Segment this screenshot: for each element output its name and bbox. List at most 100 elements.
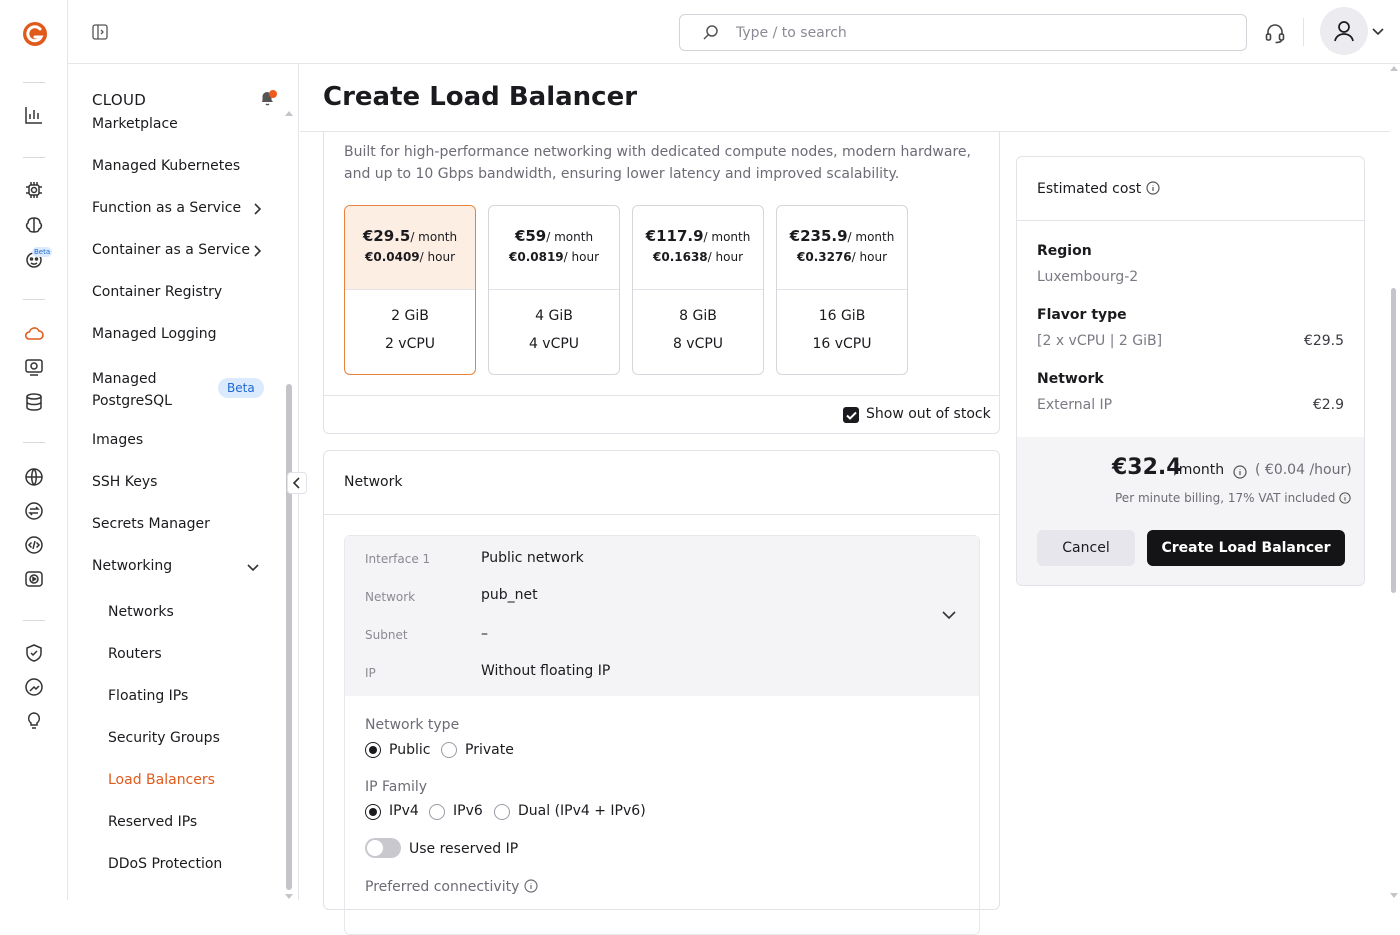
support-icon[interactable] xyxy=(23,676,45,698)
sidebar-item-ddos-protection[interactable]: DDoS Protection xyxy=(108,856,280,872)
shield-check-icon[interactable] xyxy=(23,642,45,664)
ip-family-dual-radio[interactable] xyxy=(494,804,510,820)
flavor-hourly: €0.3276/ hour xyxy=(777,250,907,264)
use-reserved-ip-label[interactable]: Use reserved IP xyxy=(409,841,518,857)
chevron-down-icon[interactable] xyxy=(941,608,957,622)
flavor-option[interactable]: €117.9/ month €0.1638/ hour 8 GiB 8 vCPU xyxy=(632,205,764,375)
cloud-icon[interactable] xyxy=(23,322,45,344)
info-icon[interactable] xyxy=(1339,492,1351,504)
region-value: Luxembourg-2 xyxy=(1037,269,1139,285)
per-month-label: / month xyxy=(847,230,895,244)
server-icon[interactable] xyxy=(23,356,45,378)
create-load-balancer-button[interactable]: Create Load Balancer xyxy=(1147,530,1345,566)
sidebar-item-networking[interactable]: Networking xyxy=(92,558,264,574)
sidebar-item-function-as-a-service[interactable]: Function as a Service xyxy=(92,200,264,216)
billing-note-text: Per minute billing, 17% VAT included xyxy=(1115,491,1336,505)
flavor-ram: 8 GiB xyxy=(679,308,717,324)
interface-value: Public network xyxy=(481,550,584,566)
use-reserved-ip-toggle[interactable] xyxy=(365,838,401,858)
per-hour-label: / hour xyxy=(419,250,455,264)
ip-family-ipv6-radio[interactable] xyxy=(429,804,445,820)
per-month-label: / month xyxy=(546,230,594,244)
info-icon[interactable] xyxy=(524,879,538,893)
sidebar-item-floating-ips[interactable]: Floating IPs xyxy=(108,688,280,704)
collapse-sidebar-button[interactable] xyxy=(287,472,307,494)
sidebar-item-load-balancers[interactable]: Load Balancers xyxy=(108,772,280,788)
sidebar-item-managed-kubernetes[interactable]: Managed Kubernetes xyxy=(92,158,264,174)
flavor-type-value: [2 x vCPU | 2 GiB] xyxy=(1037,333,1163,349)
sidebar-scroll-up[interactable] xyxy=(285,111,293,116)
flavor-price: €29.5/ month xyxy=(345,227,475,245)
chip-icon[interactable] xyxy=(23,179,45,201)
total-monthly-price: €32.4 xyxy=(1112,455,1182,480)
sidebar-item-images[interactable]: Images xyxy=(92,432,264,448)
sidebar-item-networks[interactable]: Networks xyxy=(108,604,280,620)
user-avatar-button[interactable] xyxy=(1320,7,1368,55)
beta-badge: Beta xyxy=(218,378,264,398)
info-icon[interactable] xyxy=(1146,181,1160,195)
lightbulb-icon[interactable] xyxy=(23,710,45,732)
main-scrollbar[interactable] xyxy=(1391,288,1396,593)
show-out-of-stock-checkbox[interactable] xyxy=(843,407,859,423)
sidebar-item-security-groups[interactable]: Security Groups xyxy=(108,730,280,746)
panel-toggle-icon[interactable] xyxy=(92,24,108,40)
sidebar-item-ssh-keys[interactable]: SSH Keys xyxy=(92,474,264,490)
flavor-option[interactable]: €235.9/ month €0.3276/ hour 16 GiB 16 vC… xyxy=(776,205,908,375)
total-per-month: /month xyxy=(1174,462,1225,478)
flavor-option[interactable]: €29.5/ month €0.0409/ hour 2 GiB 2 vCPU xyxy=(344,205,476,375)
sidebar-item-managed-logging[interactable]: Managed Logging xyxy=(92,326,264,342)
sidebar-item-container-registry[interactable]: Container Registry xyxy=(92,284,264,300)
rail-divider xyxy=(23,157,45,158)
chevron-down-icon[interactable] xyxy=(1371,26,1385,38)
flavor-price-area: €59/ month €0.0819/ hour xyxy=(489,206,619,290)
analytics-icon[interactable] xyxy=(23,104,45,126)
info-icon[interactable] xyxy=(1233,465,1247,479)
ip-family-ipv6-label[interactable]: IPv6 xyxy=(453,803,483,819)
sidebar-scroll-down[interactable] xyxy=(285,894,293,899)
network-type-label: Network type xyxy=(365,717,460,733)
top-bar: Type / to search xyxy=(68,0,1400,64)
show-out-of-stock-label[interactable]: Show out of stock xyxy=(866,406,991,422)
play-icon[interactable] xyxy=(23,568,45,590)
network-type-private-label[interactable]: Private xyxy=(465,742,514,758)
sidebar-item-marketplace[interactable]: Marketplace xyxy=(92,116,264,132)
ip-family-ipv4-label[interactable]: IPv4 xyxy=(389,803,419,819)
network-type-private-radio[interactable] xyxy=(441,742,457,758)
sidebar-item-container-as-a-service[interactable]: Container as a Service xyxy=(92,242,264,258)
sidebar-item-secrets-manager[interactable]: Secrets Manager xyxy=(92,516,264,532)
flavor-hourly-price: €0.0819 xyxy=(509,250,564,264)
cancel-button[interactable]: Cancel xyxy=(1037,530,1135,566)
per-month-label: / month xyxy=(410,230,458,244)
main-scroll-down[interactable] xyxy=(1390,893,1398,898)
search-input[interactable]: Type / to search xyxy=(679,14,1247,51)
headset-icon[interactable] xyxy=(1264,22,1286,44)
bell-icon[interactable] xyxy=(258,88,278,108)
sidebar-scrollbar[interactable] xyxy=(286,384,292,890)
interface-summary[interactable]: Interface 1 Public network Network pub_n… xyxy=(345,536,979,696)
brain-icon[interactable] xyxy=(23,214,45,236)
flavor-option[interactable]: €59/ month €0.0819/ hour 4 GiB 4 vCPU xyxy=(488,205,620,375)
cost-summary: €32.4 /month ( €0.04 /hour) Per minute b… xyxy=(1017,437,1364,585)
sidebar-item-routers[interactable]: Routers xyxy=(108,646,280,662)
flavor-price: €59/ month xyxy=(489,227,619,245)
logo-icon[interactable] xyxy=(22,21,48,47)
sidebar-item-managed-postgresql[interactable]: Managed PostgreSQL xyxy=(92,368,202,412)
chevron-right-icon xyxy=(254,203,262,215)
network-cost-price: €2.9 xyxy=(1312,397,1344,413)
flavor-monthly-price: €117.9 xyxy=(645,227,704,245)
sidebar: CLOUD Marketplace Managed Kubernetes Fun… xyxy=(68,64,299,900)
ip-value: Without floating IP xyxy=(481,663,611,679)
network-cost-label: Network xyxy=(1037,371,1104,387)
network-type-public-radio[interactable] xyxy=(365,742,381,758)
transfer-icon[interactable] xyxy=(23,500,45,522)
globe-icon[interactable] xyxy=(23,466,45,488)
flavor-description: Built for high-performance networking wi… xyxy=(344,144,971,182)
network-type-public-label[interactable]: Public xyxy=(389,742,430,758)
main-scroll-up[interactable] xyxy=(1390,66,1398,71)
ip-family-dual-label[interactable]: Dual (IPv4 + IPv6) xyxy=(518,803,646,819)
database-icon[interactable] xyxy=(23,391,45,413)
sidebar-item-reserved-ips[interactable]: Reserved IPs xyxy=(108,814,280,830)
ip-family-ipv4-radio[interactable] xyxy=(365,804,381,820)
flavor-cpu: 16 vCPU xyxy=(812,336,872,352)
code-icon[interactable] xyxy=(23,534,45,556)
